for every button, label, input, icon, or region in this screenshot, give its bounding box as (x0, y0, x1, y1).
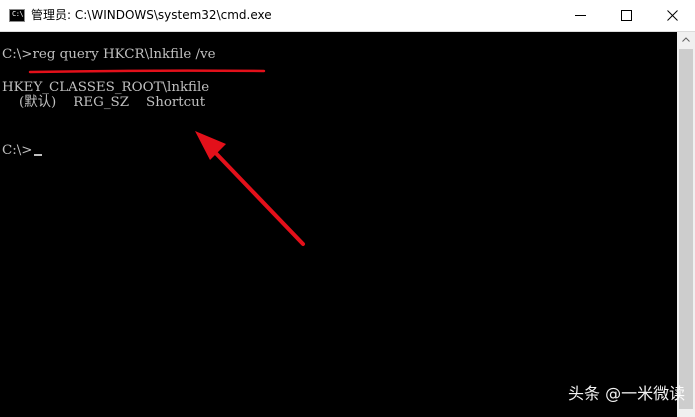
window-title: 管理员: C:\WINDOWS\system32\cmd.exe (31, 8, 272, 22)
watermark: 头条 @一米微读 (568, 384, 686, 403)
maximize-icon (621, 10, 632, 21)
prompt-line: C:\> (2, 143, 42, 159)
maximize-button[interactable] (603, 0, 649, 31)
scroll-thumb[interactable] (679, 49, 693, 409)
close-button[interactable] (649, 0, 695, 31)
vertical-scrollbar[interactable] (677, 32, 695, 417)
registry-value-line: (默认) REG_SZ Shortcut (2, 95, 206, 110)
registry-key-line: HKEY_CLASSES_ROOT\lnkfile (2, 80, 210, 95)
minimize-icon (575, 15, 586, 16)
chevron-up-icon (682, 37, 690, 42)
cmd-app-icon[interactable]: C:\ (9, 9, 25, 22)
close-icon (667, 10, 678, 21)
command-line: C:\>reg query HKCR\lnkfile /ve (2, 47, 216, 62)
scroll-up-button[interactable] (677, 32, 695, 48)
title-bar[interactable]: C:\ 管理员: C:\WINDOWS\system32\cmd.exe (0, 0, 695, 32)
minimize-button[interactable] (557, 0, 603, 31)
prompt-text: C:\> (2, 143, 33, 158)
text-cursor (33, 154, 42, 156)
console-output[interactable]: C:\>reg query HKCR\lnkfile /ve HKEY_CLAS… (0, 32, 677, 417)
cmd-window: C:\ 管理员: C:\WINDOWS\system32\cmd.exe C:\… (0, 0, 695, 417)
app-icon-label: C:\ (12, 10, 24, 18)
